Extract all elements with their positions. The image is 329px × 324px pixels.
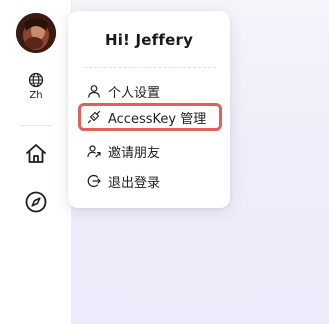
globe-icon	[28, 72, 44, 88]
logout-icon	[87, 174, 101, 188]
user-dropdown-menu: Hi! Jeffery 个人设置 AccessKey 管理 邀请朋友 退出登录	[68, 11, 230, 208]
greeting-text: Hi! Jeffery	[104, 31, 194, 49]
menu-item-personal-settings[interactable]: 个人设置	[78, 77, 222, 105]
sidebar: Zh	[0, 0, 72, 324]
menu-divider	[84, 67, 216, 68]
home-icon[interactable]	[24, 142, 48, 166]
menu-item-logout[interactable]: 退出登录	[78, 167, 222, 195]
language-switch[interactable]: Zh	[0, 72, 72, 101]
avatar[interactable]	[16, 13, 56, 53]
menu-item-label: 邀请朋友	[108, 145, 161, 161]
menu-item-accesskey-management[interactable]: AccessKey 管理	[78, 103, 222, 131]
sidebar-divider	[20, 125, 52, 126]
avatar-image	[16, 13, 56, 53]
compass-icon[interactable]	[24, 190, 48, 214]
user-icon	[88, 85, 100, 98]
key-icon	[87, 110, 101, 124]
invite-user-icon	[87, 145, 101, 158]
menu-item-label: AccessKey 管理	[108, 111, 207, 127]
menu-item-label: 个人设置	[108, 85, 161, 101]
menu-item-invite-friends[interactable]: 邀请朋友	[78, 137, 222, 165]
language-label: Zh	[29, 90, 43, 101]
menu-item-label: 退出登录	[108, 175, 161, 191]
